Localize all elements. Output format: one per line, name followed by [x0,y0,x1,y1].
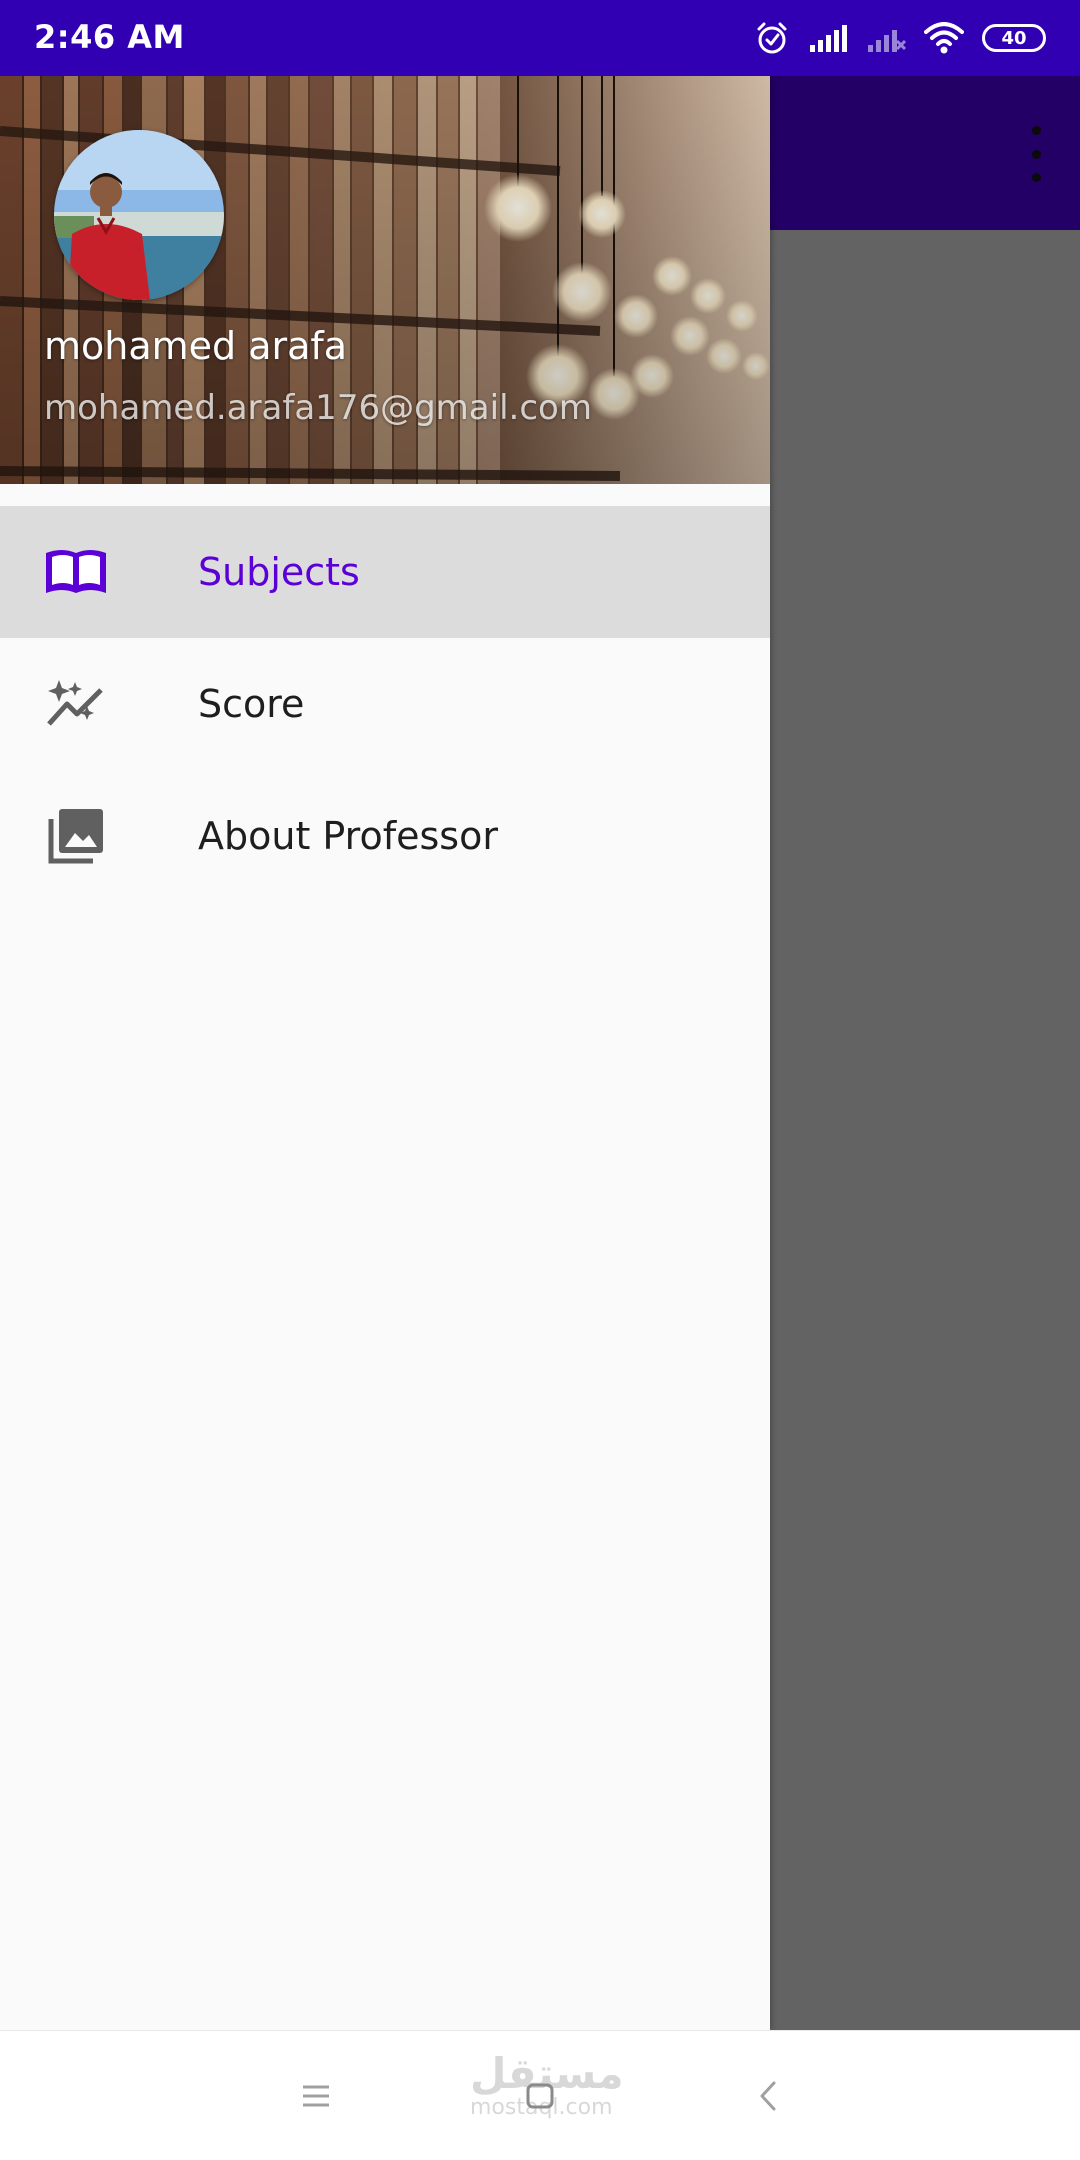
signal-icon [810,25,847,52]
user-name: mohamed arafa [44,324,348,368]
battery-icon: 40 [982,24,1046,52]
drawer-item-label: Score [198,682,305,726]
book-open-icon [44,542,108,602]
alarm-icon [757,22,787,54]
home-icon [526,2083,554,2109]
more-vertical-icon[interactable] [1026,126,1046,182]
status-bar: 2:46 AM 40 [0,0,1080,76]
drawer-item-score[interactable]: Score [0,638,770,770]
drawer-item-about-professor[interactable]: About Professor [0,770,770,902]
drawer-menu: Subjects Score About Professor [0,506,770,902]
back-icon [760,2081,776,2111]
avatar-photo [54,130,224,300]
user-email: mohamed.arafa176@gmail.com [44,388,592,428]
battery-level: 40 [1001,27,1027,49]
wifi-icon [924,22,964,54]
drawer-header: mohamed arafa mohamed.arafa176@gmail.com [0,76,770,484]
status-time: 2:46 AM [34,18,185,56]
drawer-item-label: Subjects [198,550,360,594]
drawer-item-subjects[interactable]: Subjects [0,506,770,638]
auto-graph-icon [44,674,108,734]
photo-library-icon [44,806,108,866]
menu-icon [303,2085,329,2107]
back-button[interactable] [738,2071,798,2121]
status-icons: 40 [754,18,1046,58]
drawer-item-label: About Professor [198,814,498,858]
home-button[interactable] [510,2071,570,2121]
signal-no-service-icon [868,30,906,52]
navigation-bar: مستقل mostaql.com [0,2030,1080,2160]
screen: 2:46 AM 40 mohamed arafa mohamed.arafa17… [0,0,1080,2160]
recent-apps-button[interactable] [286,2071,346,2121]
navigation-drawer: mohamed arafa mohamed.arafa176@gmail.com… [0,76,770,2030]
avatar[interactable] [54,130,224,300]
